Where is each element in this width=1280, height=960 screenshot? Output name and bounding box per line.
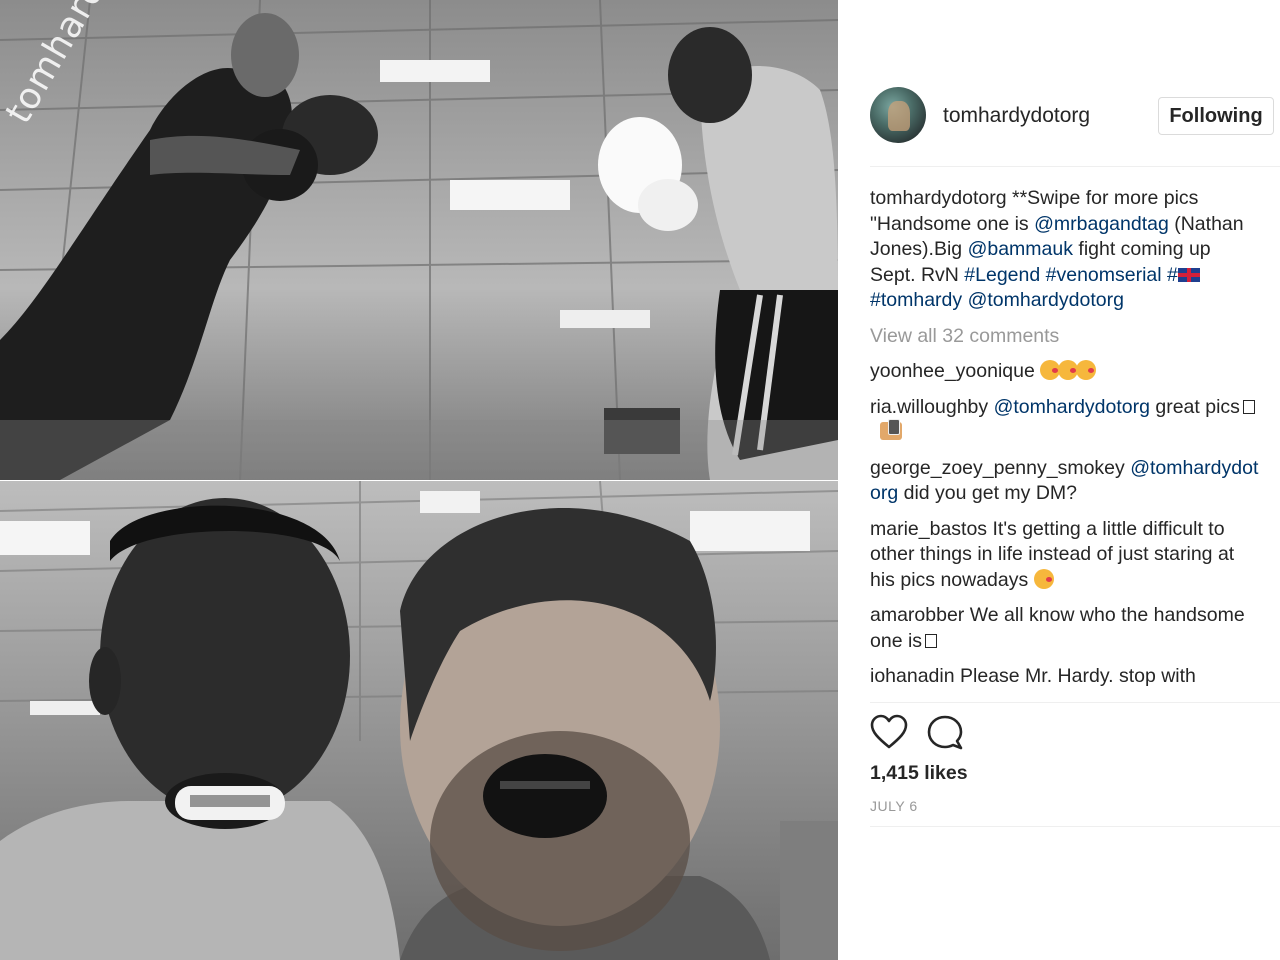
post-header: tomhardydotorg Following bbox=[838, 85, 1280, 147]
comment-username[interactable]: ria.willoughby bbox=[870, 396, 988, 418]
missing-glyph-icon bbox=[1242, 399, 1255, 414]
boxing-sparring-photo bbox=[0, 0, 838, 480]
mention-link[interactable]: @bammauk bbox=[968, 238, 1073, 260]
missing-glyph-icon bbox=[925, 633, 938, 648]
post-username[interactable]: tomhardydotorg bbox=[943, 104, 1090, 128]
footer-divider bbox=[870, 826, 1280, 827]
comment-username[interactable]: amarobber bbox=[870, 604, 964, 626]
caption-author[interactable]: tomhardydotorg bbox=[870, 187, 1007, 209]
kissing-emoji-icon bbox=[1040, 360, 1097, 382]
post-date[interactable]: JULY 6 bbox=[870, 798, 918, 814]
comment-username[interactable]: iohanadin bbox=[870, 665, 955, 687]
mention-link[interactable]: @tomhardydotorg bbox=[968, 289, 1124, 311]
hashtag-link[interactable]: #Legend bbox=[964, 264, 1040, 286]
comment-item: iohanadin Please Mr. Hardy. stop with bbox=[870, 664, 1260, 690]
hashtag-link[interactable]: #venomserial bbox=[1046, 264, 1162, 286]
comments-divider bbox=[870, 702, 1280, 703]
avatar[interactable] bbox=[870, 87, 926, 143]
comment-text: Please Mr. Hardy. stop with bbox=[954, 665, 1196, 687]
post-photo-bottom[interactable] bbox=[0, 481, 838, 960]
post-actions bbox=[870, 714, 1070, 754]
hand-phone-emoji-icon bbox=[880, 419, 902, 440]
comment-text: great pics bbox=[1149, 395, 1240, 418]
comment-item: yoonhee_yoonique bbox=[870, 359, 1260, 385]
comment-item: amarobber We all know who the handsome o… bbox=[870, 603, 1260, 654]
comments-section[interactable]: tomhardydotorg **Swipe for more pics "Ha… bbox=[870, 186, 1260, 698]
comment-username[interactable]: george_zoey_penny_smokey bbox=[870, 457, 1125, 479]
header-divider bbox=[870, 166, 1280, 167]
hashtag-link[interactable]: # bbox=[1167, 264, 1178, 286]
likes-count[interactable]: 1,415 likes bbox=[870, 762, 968, 785]
post-sidebar: tomhardydotorg Following tomhardydotorg … bbox=[838, 0, 1280, 960]
comment-item: george_zoey_penny_smokey @tomhardydotorg… bbox=[870, 456, 1260, 507]
comment-item: ria.willoughby @tomhardydotorg great pic… bbox=[870, 395, 1260, 446]
mention-link[interactable]: @tomhardydotorg bbox=[994, 396, 1150, 418]
following-button[interactable]: Following bbox=[1158, 97, 1274, 135]
hashtag-link[interactable]: #tomhardy bbox=[870, 289, 962, 311]
comment-username[interactable]: yoonhee_yoonique bbox=[870, 360, 1035, 382]
heart-icon[interactable] bbox=[870, 714, 908, 752]
post-caption: tomhardydotorg **Swipe for more pics "Ha… bbox=[870, 186, 1260, 314]
comment-text: did you get my DM? bbox=[898, 482, 1078, 504]
comment-icon[interactable] bbox=[926, 714, 964, 752]
mention-link[interactable]: @mrbagandtag bbox=[1034, 213, 1169, 235]
comment-item: marie_bastos It's getting a little diffi… bbox=[870, 517, 1260, 594]
comment-username[interactable]: marie_bastos bbox=[870, 518, 987, 540]
uk-flag-icon bbox=[1177, 267, 1200, 282]
post-photo-top[interactable]: tomhardy.org bbox=[0, 0, 838, 480]
selfie-photo bbox=[0, 481, 838, 960]
astonished-emoji-icon bbox=[1033, 568, 1054, 589]
view-all-comments-link[interactable]: View all 32 comments bbox=[870, 324, 1260, 350]
